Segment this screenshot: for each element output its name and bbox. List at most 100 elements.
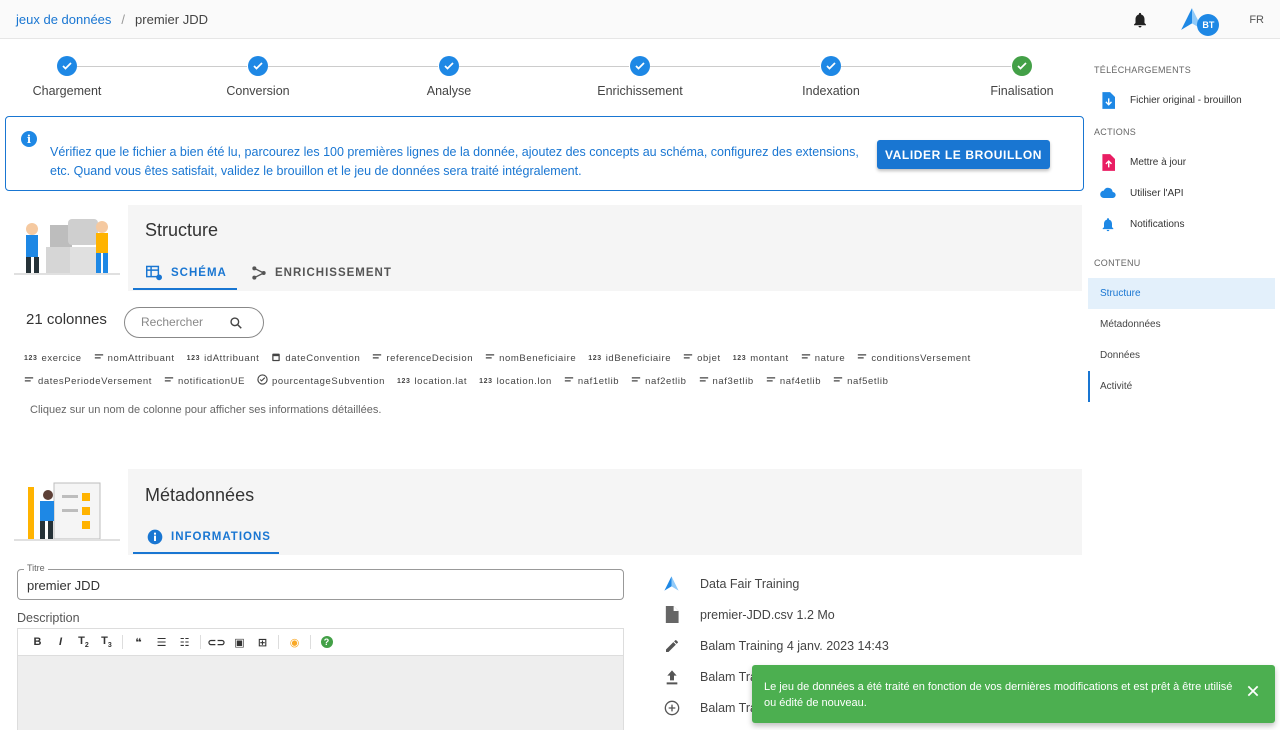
column-chip[interactable]: objet bbox=[683, 352, 721, 365]
table-button[interactable]: ⊞ bbox=[251, 636, 274, 649]
column-name: nature bbox=[814, 353, 846, 364]
column-chip[interactable]: naf2etlib bbox=[631, 374, 686, 388]
tab-active-indicator bbox=[133, 288, 237, 290]
validate-draft-button[interactable]: VALIDER LE BROUILLON bbox=[877, 140, 1050, 169]
step-chargement: Chargement bbox=[0, 56, 142, 98]
downloads-heading: TÉLÉCHARGEMENTS bbox=[1094, 65, 1192, 75]
graph-icon bbox=[252, 266, 266, 280]
check-icon bbox=[826, 62, 836, 70]
title-field[interactable]: Titre premier JDD bbox=[17, 563, 624, 600]
column-chip[interactable]: naf4etlib bbox=[766, 374, 821, 388]
column-name: dateConvention bbox=[285, 353, 361, 364]
search-icon[interactable] bbox=[229, 316, 243, 330]
toc-donnees[interactable]: Données bbox=[1088, 340, 1275, 371]
structure-title: Structure bbox=[145, 220, 219, 240]
column-chip[interactable]: nomBeneficiaire bbox=[485, 352, 576, 365]
numbered-list-button[interactable]: ☷ bbox=[173, 636, 196, 649]
content-heading: CONTENU bbox=[1094, 258, 1141, 268]
meta-text: Data Fair Training bbox=[700, 576, 800, 591]
step-label: Finalisation bbox=[990, 84, 1054, 98]
number-type-icon: 123 bbox=[479, 377, 493, 385]
column-name: naf2etlib bbox=[645, 375, 687, 387]
column-chip[interactable]: 123 montant bbox=[733, 352, 789, 365]
column-search[interactable] bbox=[124, 307, 264, 338]
column-chip[interactable]: naf3etlib bbox=[699, 374, 754, 388]
step-label: Conversion bbox=[226, 84, 290, 98]
editor-textarea[interactable] bbox=[18, 656, 623, 730]
success-snackbar: Le jeu de données a été traité en foncti… bbox=[752, 665, 1275, 723]
action-notifications[interactable]: Notifications bbox=[1100, 216, 1184, 232]
column-chip[interactable]: naf1etlib bbox=[564, 374, 619, 388]
toc-activite[interactable]: Activité bbox=[1088, 371, 1275, 402]
tab-label: SCHÉMA bbox=[171, 267, 227, 279]
link-button[interactable]: ⊂⊃ bbox=[205, 636, 228, 649]
action-use-api[interactable]: Utiliser l'API bbox=[1100, 185, 1184, 201]
heading3-button[interactable]: T3 bbox=[95, 635, 118, 649]
tab-enrichissement[interactable]: ENRICHISSEMENT bbox=[251, 265, 392, 281]
column-chip[interactable]: 123 idAttribuant bbox=[187, 352, 260, 365]
breadcrumb-link-datasets[interactable]: jeux de données bbox=[16, 12, 111, 27]
toc-metadonnees[interactable]: Métadonnées bbox=[1088, 309, 1275, 340]
preview-eye-icon[interactable]: ◉ bbox=[283, 636, 306, 649]
column-chip[interactable]: 123 location.lat bbox=[397, 374, 467, 388]
column-chip[interactable]: 123 idBeneficiaire bbox=[588, 352, 671, 365]
text-type-icon bbox=[766, 376, 776, 387]
download-original-draft[interactable]: Fichier original - brouillon bbox=[1100, 91, 1242, 109]
column-chip[interactable]: conditionsVersement bbox=[857, 352, 971, 365]
column-chip[interactable]: nature bbox=[801, 352, 846, 365]
text-type-icon bbox=[485, 353, 495, 364]
tab-active-indicator bbox=[133, 552, 279, 554]
pencil-icon bbox=[663, 637, 680, 654]
column-chip[interactable]: datesPeriodeVersement bbox=[24, 374, 152, 388]
search-input[interactable] bbox=[141, 315, 231, 329]
column-name: location.lon bbox=[496, 375, 552, 387]
check-icon bbox=[444, 62, 454, 70]
toc-indicator bbox=[1088, 371, 1090, 402]
column-chip[interactable]: 123 exercice bbox=[24, 352, 82, 365]
info-icon: i bbox=[21, 131, 37, 147]
close-icon[interactable] bbox=[1245, 683, 1261, 699]
text-type-icon bbox=[94, 353, 104, 364]
tab-informations[interactable]: INFORMATIONS bbox=[147, 529, 271, 545]
column-chip[interactable]: nomAttribuant bbox=[94, 352, 175, 365]
action-update[interactable]: Mettre à jour bbox=[1100, 153, 1186, 171]
bullet-list-button[interactable]: ☰ bbox=[150, 636, 173, 649]
column-chip[interactable]: notificationUE bbox=[164, 374, 245, 388]
help-icon[interactable]: ? bbox=[315, 636, 338, 648]
column-name: naf1etlib bbox=[577, 375, 620, 387]
number-type-icon: 123 bbox=[396, 377, 411, 385]
step-label: Analyse bbox=[426, 84, 472, 98]
column-chip[interactable]: pourcentageSubvention bbox=[257, 374, 385, 388]
user-menu[interactable]: BT bbox=[1179, 6, 1220, 36]
column-name: pourcentageSubvention bbox=[272, 375, 385, 387]
bold-button[interactable]: B bbox=[26, 636, 49, 648]
tab-schema[interactable]: SCHÉMA bbox=[145, 265, 227, 281]
italic-button[interactable]: I bbox=[49, 636, 72, 648]
meta-file: premier-JDD.csv 1.2 Mo bbox=[663, 606, 835, 623]
number-type-icon: 123 bbox=[588, 355, 602, 362]
column-chip[interactable]: referenceDecision bbox=[372, 352, 473, 365]
toolbar-separator bbox=[200, 635, 201, 649]
title-field-value[interactable]: premier JDD bbox=[27, 578, 100, 593]
table-cog-icon bbox=[146, 265, 162, 281]
snackbar-text: Le jeu de données a été traité en foncti… bbox=[764, 681, 1233, 709]
column-chip[interactable]: dateConvention bbox=[271, 352, 360, 365]
column-name: nomBeneficiaire bbox=[499, 353, 577, 364]
step-label: Indexation bbox=[802, 84, 860, 98]
column-name: conditionsVersement bbox=[871, 353, 971, 364]
metadata-title: Métadonnées bbox=[145, 485, 255, 505]
toc-structure[interactable]: Structure bbox=[1088, 278, 1275, 309]
bell-icon[interactable] bbox=[1131, 11, 1149, 29]
column-chip[interactable]: naf5etlib bbox=[833, 374, 888, 388]
step-analyse: Analyse bbox=[374, 56, 524, 98]
column-name: idAttribuant bbox=[204, 353, 260, 364]
structure-illustration bbox=[8, 205, 128, 291]
column-chip[interactable]: 123 location.lon bbox=[479, 374, 552, 388]
column-name: naf3etlib bbox=[712, 375, 754, 387]
language-switch[interactable]: FR bbox=[1249, 14, 1264, 26]
step-conversion: Conversion bbox=[183, 56, 333, 98]
description-label: Description bbox=[17, 611, 80, 625]
image-button[interactable]: ▣ bbox=[228, 636, 251, 649]
heading2-button[interactable]: T2 bbox=[72, 635, 95, 649]
quote-button[interactable]: ❝ bbox=[127, 636, 150, 649]
